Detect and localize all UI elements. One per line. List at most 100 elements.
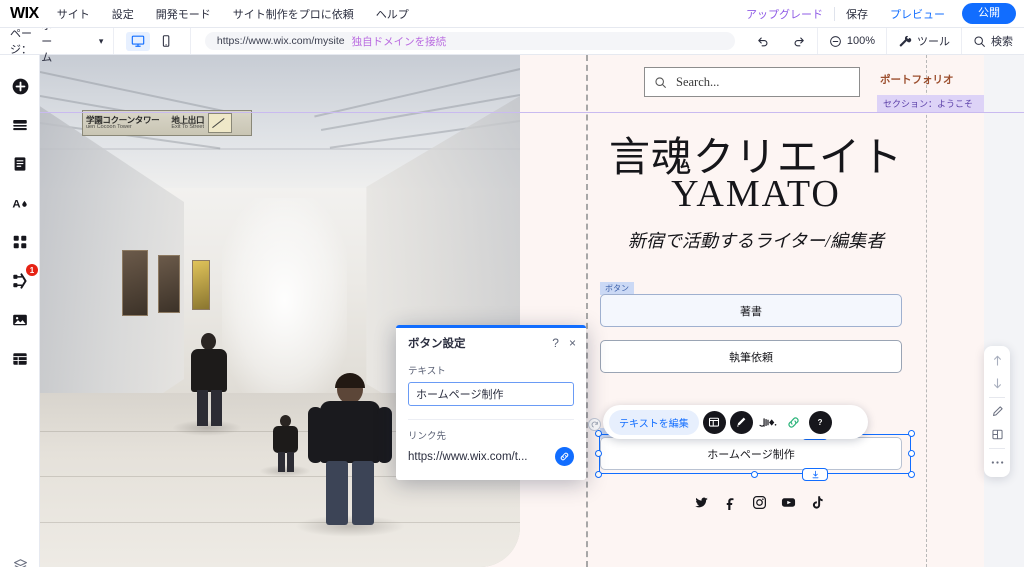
search-button[interactable]: 検索 (962, 33, 1024, 49)
menu-item-help[interactable]: ヘルプ (376, 6, 409, 22)
search-label: 検索 (991, 36, 1013, 48)
link-icon[interactable] (783, 411, 805, 433)
wall-poster (122, 250, 148, 316)
site-button-books[interactable]: 著書 (600, 294, 902, 327)
tools-label: ツール (917, 36, 950, 48)
url-field[interactable]: https://www.wix.com/mysite 独自ドメインを接続 (204, 32, 735, 50)
animation-icon[interactable] (757, 411, 779, 433)
mobile-view-button[interactable] (154, 32, 178, 51)
resize-handle-tr[interactable] (908, 430, 915, 437)
upgrade-button[interactable]: アップグレード (735, 6, 834, 22)
social-links-row (694, 495, 825, 510)
arrow-up-icon[interactable] (984, 349, 1010, 372)
resize-handle-b[interactable] (751, 471, 758, 478)
resize-handle-br[interactable] (908, 471, 915, 478)
tiktok-icon[interactable] (810, 495, 825, 510)
divider (989, 448, 1005, 449)
button-text-input[interactable] (408, 382, 574, 406)
publish-button[interactable]: 公開 (962, 2, 1016, 25)
menu-item-settings[interactable]: 設定 (112, 6, 134, 22)
top-menu-bar: WIX サイト 設定 開発モード サイト制作をプロに依頼 ヘルプ アップグレード… (0, 0, 1024, 28)
spacing-indicator-bottom[interactable] (802, 468, 828, 481)
hero-photo[interactable]: 学園コクーンタワー uen Cocoon Tower 地上出口 Exit To … (40, 55, 520, 567)
layout-split-icon[interactable] (984, 423, 1010, 446)
site-tagline[interactable]: 新宿で活動するライター/編集者 (586, 227, 926, 253)
connect-domain-link[interactable]: 独自ドメインを接続 (352, 34, 447, 49)
section-label-tag[interactable]: セクション：ようこそ (877, 95, 984, 112)
rotate-handle[interactable] (588, 418, 601, 431)
dialog-body: テキスト リンク先 https://www.wix.com/t... (396, 357, 586, 466)
resize-handle-bl[interactable] (595, 471, 602, 478)
tools-button[interactable]: ツール (887, 33, 961, 49)
close-icon[interactable]: × (569, 337, 576, 349)
element-selection-frame (595, 427, 915, 481)
svg-text:?: ? (818, 418, 823, 427)
site-button-writing-request[interactable]: 執筆依頼 (600, 340, 902, 373)
page-content: Search... ポートフォリオ セクション：ようこそ 言魂クリエイト YAM… (586, 55, 984, 567)
divider (408, 419, 574, 420)
menu-item-dev-mode[interactable]: 開発モード (156, 6, 211, 22)
link-value: https://www.wix.com/t... (408, 450, 528, 463)
canvas-side-toolbar (984, 346, 1010, 477)
section-boundary-line (40, 112, 1024, 113)
sidebar-item-media[interactable] (8, 308, 32, 332)
zoom-control[interactable]: 100% (818, 35, 886, 48)
wix-logo[interactable]: WIX (10, 5, 39, 22)
arrow-up-right-icon (212, 117, 226, 128)
viewport-toggles (114, 28, 190, 54)
resize-handle-r[interactable] (908, 450, 915, 457)
resize-handle-l[interactable] (595, 450, 602, 457)
more-options-icon[interactable] (984, 451, 1010, 474)
menu-item-hire-pro[interactable]: サイト制作をプロに依頼 (233, 6, 354, 22)
page-selector[interactable]: ページ： ホーム ▾ (0, 20, 113, 64)
sidebar-item-integrations[interactable]: 1 (8, 264, 38, 293)
sign-exit-en: Exit To Street (171, 123, 204, 130)
portfolio-nav-link[interactable]: ポートフォリオ (880, 72, 954, 87)
image-icon (13, 314, 27, 326)
facebook-icon[interactable] (723, 495, 738, 510)
divider (989, 397, 1005, 398)
link-field-row[interactable]: https://www.wix.com/t... (408, 447, 574, 466)
zoom-level-value: 100% (846, 35, 875, 47)
layout-icon[interactable] (702, 410, 726, 434)
sidebar-item-pages[interactable] (8, 152, 32, 176)
sidebar-item-layers[interactable] (8, 553, 32, 567)
person-figure (180, 333, 238, 426)
youtube-icon[interactable] (781, 495, 796, 510)
site-search-box[interactable]: Search... (644, 67, 860, 97)
redo-button[interactable] (781, 34, 817, 48)
wall-poster (158, 255, 180, 313)
resize-handle-tl[interactable] (595, 430, 602, 437)
person-figure (268, 415, 304, 472)
instagram-icon[interactable] (752, 495, 767, 510)
desktop-view-button[interactable] (126, 31, 151, 51)
site-url-text: https://www.wix.com/mysite (216, 35, 345, 47)
sidebar-item-add-elements[interactable] (8, 74, 32, 98)
editor-canvas[interactable]: 学園コクーンタワー uen Cocoon Tower 地上出口 Exit To … (40, 55, 1024, 567)
sidebar-item-apps[interactable] (8, 230, 32, 254)
spacing-icon (812, 470, 818, 479)
menu-item-site[interactable]: サイト (57, 6, 90, 22)
help-icon[interactable]: ? (552, 337, 559, 349)
top-actions: アップグレード 保存 プレビュー 公開 (735, 2, 1024, 25)
help-icon[interactable]: ? (808, 410, 832, 434)
preview-button[interactable]: プレビュー (879, 6, 956, 22)
site-heading-sub[interactable]: YAMATO (586, 172, 926, 216)
arrow-down-icon[interactable] (984, 372, 1010, 395)
twitter-icon[interactable] (694, 495, 709, 510)
undo-button[interactable] (745, 34, 781, 48)
toolbar-right-actions: 100% ツール 検索 (745, 28, 1024, 54)
edit-text-button[interactable]: テキストを編集 (609, 409, 699, 435)
wix-editor-window: WIX サイト 設定 開発モード サイト制作をプロに依頼 ヘルプ アップグレード… (0, 0, 1024, 567)
save-button[interactable]: 保存 (835, 6, 879, 22)
element-float-toolbar: テキストを編集 ? (603, 405, 868, 439)
sidebar-item-theme-design[interactable]: A (8, 191, 32, 215)
pencil-icon[interactable] (984, 400, 1010, 423)
design-brush-icon[interactable] (729, 410, 753, 434)
sidebar-item-sections[interactable] (8, 113, 32, 137)
sidebar-item-content-manager[interactable] (8, 347, 32, 371)
top-menu-items: サイト 設定 開発モード サイト制作をプロに依頼 ヘルプ (57, 6, 409, 22)
integrations-badge: 1 (26, 264, 38, 276)
link-edit-button[interactable] (555, 447, 574, 466)
link-field-label: リンク先 (408, 431, 447, 442)
